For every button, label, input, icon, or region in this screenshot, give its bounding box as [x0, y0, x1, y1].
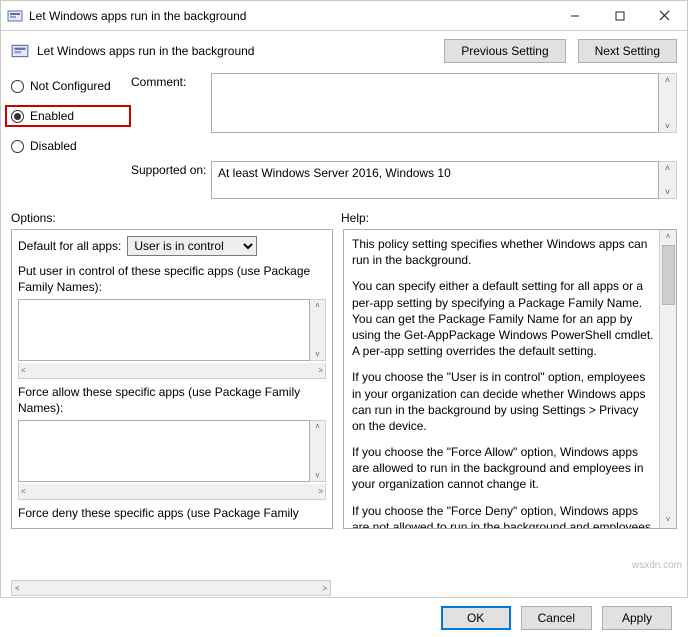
- default-for-all-label: Default for all apps:: [18, 239, 121, 253]
- supported-on-text: At least Windows Server 2016, Windows 10: [211, 161, 659, 199]
- force-allow-label: Force allow these specific apps (use Pac…: [18, 385, 326, 416]
- listbox-vscrollbar[interactable]: ˄˅: [310, 420, 326, 482]
- state-radio-group: Not Configured Enabled Disabled: [11, 73, 131, 153]
- section-labels: Options: Help:: [1, 201, 687, 229]
- minimize-button[interactable]: [552, 1, 597, 31]
- comment-input[interactable]: [211, 73, 659, 133]
- panels: Default for all apps: User is in control…: [1, 229, 687, 529]
- cancel-button[interactable]: Cancel: [521, 606, 592, 630]
- listbox-hscrollbar[interactable]: ˂˃: [18, 484, 326, 500]
- header-title: Let Windows apps run in the background: [37, 44, 444, 58]
- previous-setting-button[interactable]: Previous Setting: [444, 39, 565, 63]
- radio-label: Not Configured: [30, 79, 111, 93]
- help-paragraph: If you choose the "User is in control" o…: [352, 369, 654, 434]
- help-paragraph: If you choose the "Force Allow" option, …: [352, 444, 654, 493]
- window-title: Let Windows apps run in the background: [29, 9, 552, 23]
- scroll-down-icon: ˅: [665, 120, 670, 132]
- scroll-down-icon: ˅: [666, 515, 671, 526]
- radio-icon: [11, 140, 24, 153]
- titlebar: Let Windows apps run in the background: [1, 1, 687, 31]
- supported-on-label: Supported on:: [131, 161, 211, 199]
- scrollbar-thumb[interactable]: [662, 245, 675, 305]
- comment-wrap: [211, 73, 659, 153]
- header: Let Windows apps run in the background P…: [1, 31, 687, 65]
- enabled-highlight: Enabled: [5, 105, 131, 127]
- scroll-right-icon: ˃: [319, 584, 330, 593]
- ok-button[interactable]: OK: [441, 606, 511, 630]
- put-user-listbox[interactable]: [18, 299, 310, 361]
- options-hscrollbar[interactable]: ˂ ˃: [11, 580, 331, 596]
- help-scrollbar[interactable]: ˄ ˅: [659, 230, 676, 528]
- default-for-all-select[interactable]: User is in control: [127, 236, 257, 256]
- options-panel: Default for all apps: User is in control…: [11, 229, 333, 529]
- scroll-up-icon: ˄: [665, 162, 670, 174]
- watermark: wsxdn.com: [632, 560, 682, 571]
- help-paragraph: If you choose the "Force Deny" option, W…: [352, 503, 654, 529]
- supported-on-wrap: At least Windows Server 2016, Windows 10: [211, 161, 659, 199]
- listbox-vscrollbar[interactable]: ˄˅: [310, 299, 326, 361]
- policy-icon: [7, 8, 23, 24]
- listbox-hscrollbar[interactable]: ˂˃: [18, 363, 326, 379]
- options-label: Options:: [11, 211, 341, 225]
- scroll-up-icon: ˄: [666, 232, 671, 243]
- radio-not-configured[interactable]: Not Configured: [11, 79, 131, 93]
- settings-form: Not Configured Enabled Disabled Comment:…: [1, 65, 687, 201]
- radio-enabled[interactable]: Enabled: [11, 109, 74, 123]
- policy-icon: [11, 42, 29, 60]
- scroll-left-icon: ˂: [12, 584, 23, 593]
- radio-disabled[interactable]: Disabled: [11, 139, 131, 153]
- maximize-button[interactable]: [597, 1, 642, 31]
- help-label: Help:: [341, 211, 369, 225]
- radio-icon: [11, 80, 24, 93]
- radio-label: Enabled: [30, 109, 74, 123]
- help-paragraph: You can specify either a default setting…: [352, 278, 654, 359]
- apply-button[interactable]: Apply: [602, 606, 672, 630]
- footer: OK Cancel Apply: [0, 597, 688, 637]
- comment-scrollbar[interactable]: ˄ ˅: [659, 73, 677, 133]
- comment-label: Comment:: [131, 73, 211, 153]
- put-user-label: Put user in control of these specific ap…: [18, 264, 326, 295]
- next-setting-button[interactable]: Next Setting: [578, 39, 677, 63]
- force-deny-label: Force deny these specific apps (use Pack…: [18, 506, 326, 522]
- close-button[interactable]: [642, 1, 687, 31]
- help-paragraph: This policy setting specifies whether Wi…: [352, 236, 654, 268]
- supported-scrollbar[interactable]: ˄ ˅: [659, 161, 677, 199]
- scroll-up-icon: ˄: [665, 74, 670, 86]
- force-allow-listbox[interactable]: [18, 420, 310, 482]
- radio-label: Disabled: [30, 139, 77, 153]
- radio-icon: [11, 110, 24, 123]
- help-panel: This policy setting specifies whether Wi…: [343, 229, 677, 529]
- scroll-down-icon: ˅: [665, 186, 670, 198]
